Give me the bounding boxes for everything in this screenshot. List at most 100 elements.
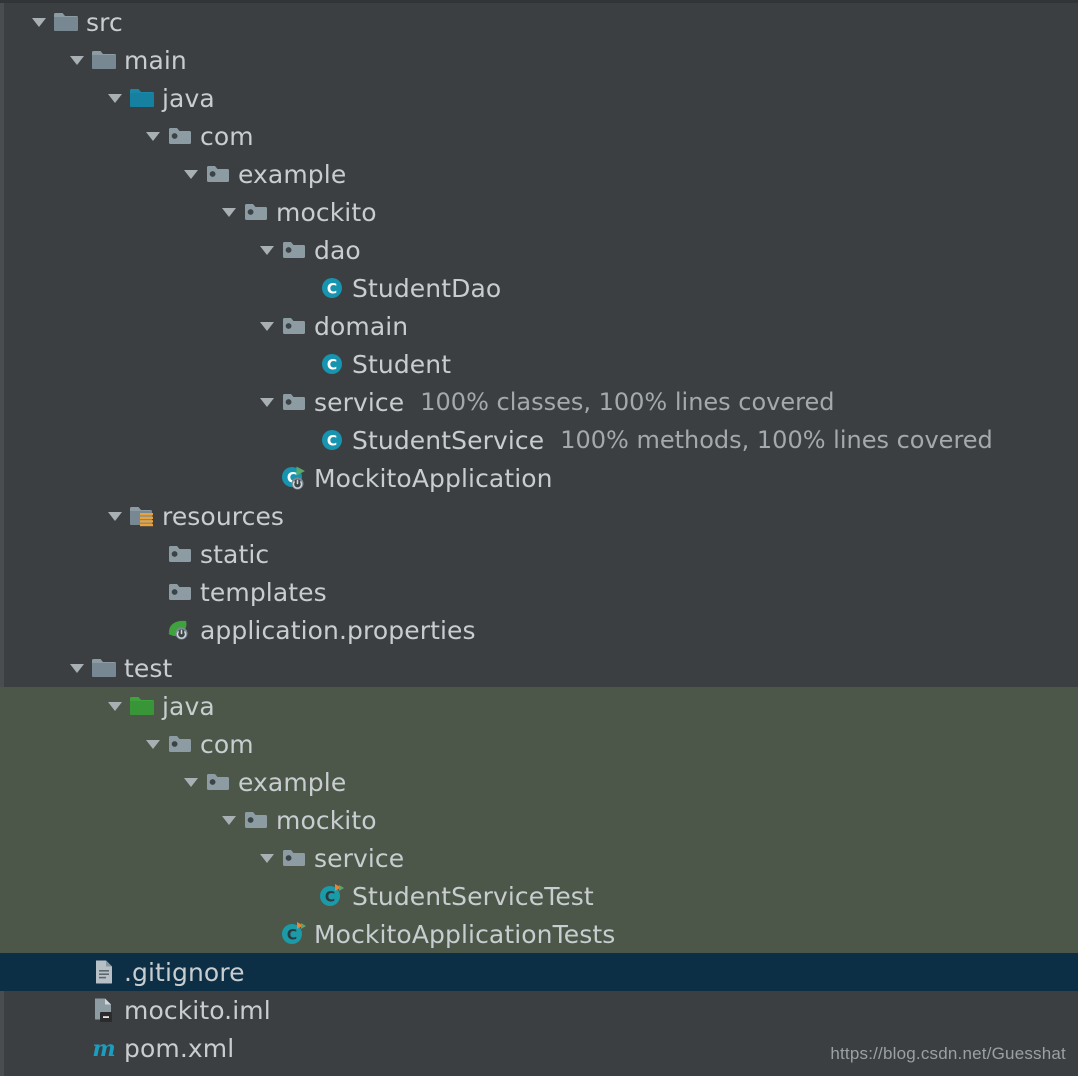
- chevron-down-icon[interactable]: [102, 79, 128, 117]
- svg-text:C: C: [327, 281, 337, 297]
- project-tool-window[interactable]: src main java com example mockito dao C StudentD…: [0, 0, 1078, 1076]
- tree-row[interactable]: main: [0, 41, 1078, 79]
- chevron-down-icon[interactable]: [26, 3, 52, 41]
- package-icon: [166, 535, 194, 573]
- tree-row-label: src: [86, 7, 123, 37]
- tree-row[interactable]: example: [0, 155, 1078, 193]
- tree-twisty-placeholder: [140, 573, 166, 611]
- tree-row[interactable]: src: [0, 3, 1078, 41]
- tree-twisty-placeholder: [254, 915, 280, 953]
- tree-twisty-placeholder: [254, 459, 280, 497]
- tree-row[interactable]: dao: [0, 231, 1078, 269]
- svg-text:C: C: [327, 433, 337, 449]
- tree-twisty-placeholder: [292, 877, 318, 915]
- coverage-text: 100% methods, 100% lines covered: [560, 426, 993, 454]
- tree-row[interactable]: C StudentServiceTest: [0, 877, 1078, 915]
- tree-row-label: mockito: [276, 197, 377, 227]
- tree-row[interactable]: java: [0, 687, 1078, 725]
- tree-twisty-placeholder: [64, 991, 90, 1029]
- folder-icon: [90, 649, 118, 687]
- tree-row[interactable]: example: [0, 763, 1078, 801]
- tree-row-label: application.properties: [200, 615, 476, 645]
- tree-twisty-placeholder: [140, 611, 166, 649]
- chevron-down-icon[interactable]: [216, 193, 242, 231]
- chevron-down-icon[interactable]: [102, 497, 128, 535]
- tree-twisty-placeholder: [64, 953, 90, 991]
- tree-row-label: StudentService: [352, 425, 545, 455]
- svg-text:C: C: [327, 357, 337, 373]
- chevron-down-icon[interactable]: [254, 383, 280, 421]
- tree-row[interactable]: com: [0, 117, 1078, 155]
- chevron-down-icon[interactable]: [254, 307, 280, 345]
- chevron-down-icon[interactable]: [64, 41, 90, 79]
- svg-text:C: C: [325, 889, 335, 905]
- tree-row-label: static: [200, 539, 270, 569]
- package-icon: [242, 801, 270, 839]
- tree-row[interactable]: static: [0, 535, 1078, 573]
- tree-row[interactable]: templates: [0, 573, 1078, 611]
- tree-row[interactable]: C MockitoApplication: [0, 459, 1078, 497]
- spring-boot-class-icon: C: [280, 459, 308, 497]
- tree-twisty-placeholder: [140, 535, 166, 573]
- tree-row[interactable]: domain: [0, 307, 1078, 345]
- tree-row-label: MockitoApplicationTests: [314, 919, 616, 949]
- tree-row[interactable]: service: [0, 839, 1078, 877]
- tree-row-label: dao: [314, 235, 361, 265]
- tree-row-label: java: [162, 691, 215, 721]
- package-icon: [204, 763, 232, 801]
- class-icon: C: [318, 269, 346, 307]
- chevron-down-icon[interactable]: [254, 231, 280, 269]
- tree-row[interactable]: C MockitoApplicationTests: [0, 915, 1078, 953]
- class-icon: C: [318, 421, 346, 459]
- chevron-down-icon[interactable]: [216, 801, 242, 839]
- chevron-down-icon[interactable]: [140, 725, 166, 763]
- tree-row[interactable]: mockito: [0, 801, 1078, 839]
- tree-row[interactable]: C StudentService 100% methods, 100% lines …: [0, 421, 1078, 459]
- tree-row[interactable]: C Student: [0, 345, 1078, 383]
- chevron-down-icon[interactable]: [178, 155, 204, 193]
- tree-row[interactable]: resources: [0, 497, 1078, 535]
- tree-row-label: service: [314, 387, 405, 417]
- tree-row[interactable]: mockito: [0, 193, 1078, 231]
- package-icon: [242, 193, 270, 231]
- text-file-icon: [90, 953, 118, 991]
- chevron-down-icon[interactable]: [64, 649, 90, 687]
- chevron-down-icon[interactable]: [102, 687, 128, 725]
- class-icon: C: [318, 345, 346, 383]
- tree-row-label: Student: [352, 349, 452, 379]
- package-icon: [166, 573, 194, 611]
- tree-row-label: MockitoApplication: [314, 463, 553, 493]
- tree-row-label: example: [238, 767, 347, 797]
- tree-row[interactable]: test: [0, 649, 1078, 687]
- tree-row-label: test: [124, 653, 173, 683]
- tree-twisty-placeholder: [64, 1029, 90, 1067]
- tree-row[interactable]: C StudentDao: [0, 269, 1078, 307]
- tree-row-list: src main java com example mockito dao C StudentD…: [0, 3, 1078, 1067]
- tree-row[interactable]: application.properties: [0, 611, 1078, 649]
- tree-row[interactable]: .gitignore: [0, 953, 1078, 991]
- tree-row[interactable]: mockito.iml: [0, 991, 1078, 1029]
- tree-row-label: service: [314, 843, 405, 873]
- tree-row-label: domain: [314, 311, 409, 341]
- chevron-down-icon[interactable]: [178, 763, 204, 801]
- tree-row[interactable]: service 100% classes, 100% lines covered: [0, 383, 1078, 421]
- tree-row[interactable]: com: [0, 725, 1078, 763]
- tree-row[interactable]: java: [0, 79, 1078, 117]
- chevron-down-icon[interactable]: [140, 117, 166, 155]
- chevron-down-icon[interactable]: [254, 839, 280, 877]
